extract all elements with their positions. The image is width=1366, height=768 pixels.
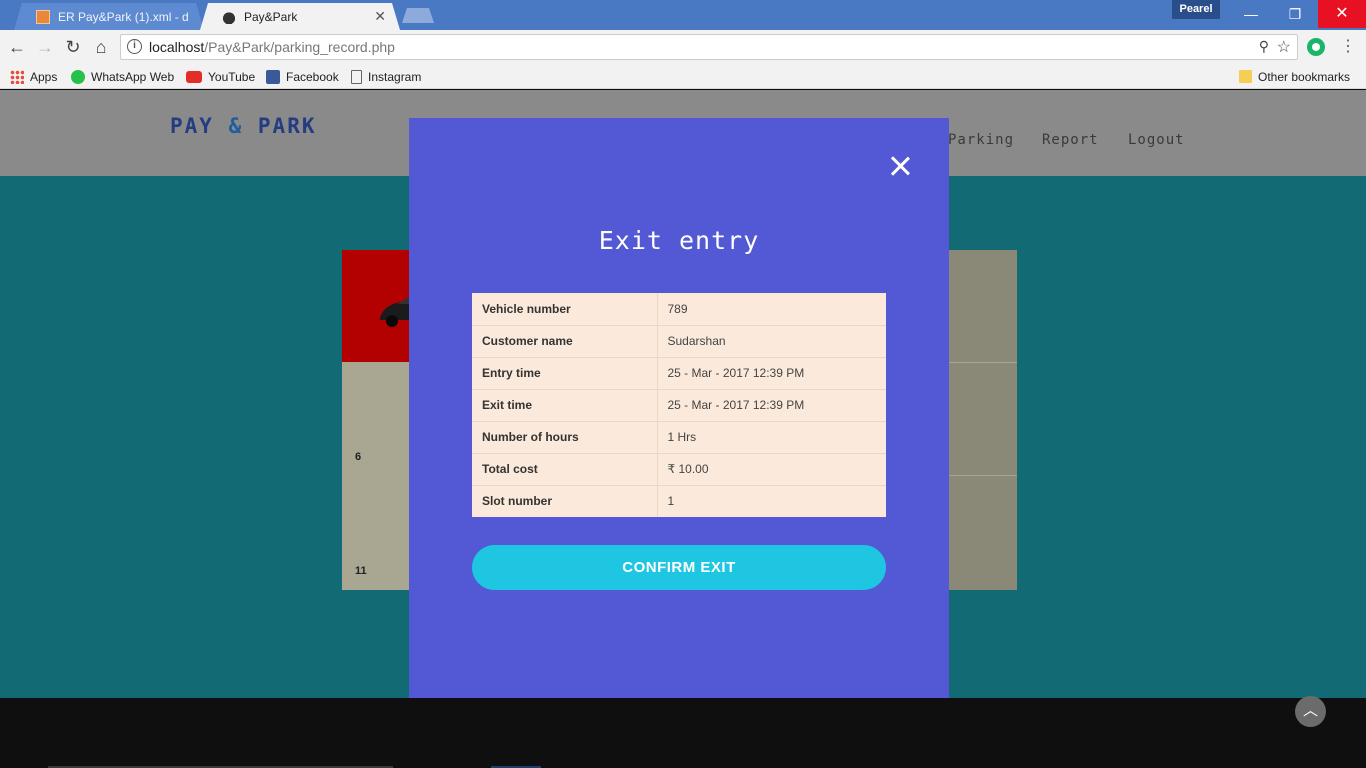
row-label: Vehicle number bbox=[472, 293, 658, 326]
bookmark-instagram[interactable]: Instagram bbox=[351, 68, 421, 85]
site-logo[interactable]: PAY & PARK bbox=[170, 114, 316, 138]
exit-entry-modal: Exit entry Vehicle number 789 Customer na… bbox=[409, 118, 949, 698]
nav-report[interactable]: Report bbox=[1042, 132, 1099, 148]
tab-er-diagram[interactable]: ER Pay&Park (1).xml - dr ✕ bbox=[14, 3, 204, 30]
table-row: Slot number 1 bbox=[472, 485, 886, 517]
confirm-exit-button[interactable]: CONFIRM EXIT bbox=[472, 545, 886, 590]
table-row: Number of hours 1 Hrs bbox=[472, 421, 886, 454]
table-row: Exit time 25 - Mar - 2017 12:39 PM bbox=[472, 389, 886, 422]
facebook-icon bbox=[266, 69, 280, 84]
window-close-icon[interactable]: ✕ bbox=[1318, 0, 1366, 28]
table-row: Customer name Sudarshan bbox=[472, 325, 886, 358]
tab-title: ER Pay&Park (1).xml - dr bbox=[58, 9, 188, 24]
tab-pay-park[interactable]: Pay&Park ✕ bbox=[200, 3, 400, 30]
exit-details-table: Vehicle number 789 Customer name Sudarshan… bbox=[472, 293, 886, 517]
back-arrow-icon[interactable]: ← bbox=[6, 36, 28, 58]
forward-arrow-icon[interactable]: → bbox=[34, 36, 56, 58]
page-icon bbox=[351, 69, 362, 84]
zoom-icon[interactable]: ⚲ bbox=[1259, 38, 1269, 55]
browser-toolbar: ← → ↻ ⌂ i localhost/Pay&Park/parking_rec… bbox=[0, 30, 1366, 64]
row-value: ₹ 10.00 bbox=[657, 453, 886, 486]
row-label: Customer name bbox=[472, 325, 658, 358]
info-icon[interactable]: i bbox=[127, 39, 142, 54]
row-label: Exit time bbox=[472, 389, 658, 422]
apps-grid-icon bbox=[10, 69, 24, 84]
slot-divider bbox=[949, 362, 1017, 363]
close-icon[interactable] bbox=[890, 156, 910, 176]
bookmark-whatsapp[interactable]: WhatsApp Web bbox=[71, 68, 174, 85]
nav-logout[interactable]: Logout bbox=[1128, 132, 1185, 148]
address-bar[interactable]: i localhost/Pay&Park/parking_record.php … bbox=[120, 34, 1298, 60]
slot-number: 6 bbox=[355, 451, 362, 463]
star-icon[interactable]: ☆ bbox=[1277, 37, 1291, 57]
slot-number: 11 bbox=[355, 565, 367, 577]
page-content: PAY & PARK Parking Report Logout 6 11 ︿ bbox=[0, 90, 1366, 768]
table-row: Total cost ₹ 10.00 bbox=[472, 453, 886, 486]
reload-icon[interactable]: ↻ bbox=[62, 36, 84, 58]
row-value: 789 bbox=[657, 293, 886, 326]
whatsapp-icon bbox=[71, 69, 85, 84]
extension-icon[interactable] bbox=[1307, 38, 1325, 56]
row-label: Entry time bbox=[472, 357, 658, 390]
row-value: Sudarshan bbox=[657, 325, 886, 358]
row-value: 25 - Mar - 2017 12:39 PM bbox=[657, 357, 886, 390]
home-icon[interactable]: ⌂ bbox=[90, 36, 112, 58]
parking-slot-column[interactable] bbox=[949, 250, 1017, 590]
browser-titlebar: ER Pay&Park (1).xml - dr ✕ Pay&Park ✕ Pe… bbox=[0, 0, 1366, 30]
table-row: Entry time 25 - Mar - 2017 12:39 PM bbox=[472, 357, 886, 390]
bookmarks-bar: Apps WhatsApp Web YouTube Facebook Insta… bbox=[0, 64, 1366, 89]
nav-parking[interactable]: Parking bbox=[948, 132, 1014, 148]
drawio-icon bbox=[36, 10, 50, 24]
tab-title: Pay&Park bbox=[244, 9, 298, 24]
chevron-up-icon: ︿ bbox=[1302, 702, 1318, 719]
folder-icon bbox=[1239, 70, 1252, 83]
bookmark-youtube[interactable]: YouTube bbox=[186, 68, 255, 85]
row-value: 1 Hrs bbox=[657, 421, 886, 454]
scroll-top-button[interactable]: ︿ bbox=[1295, 696, 1326, 727]
restore-icon[interactable]: ❐ bbox=[1272, 0, 1318, 28]
row-value: 1 bbox=[667, 494, 675, 509]
row-label: Total cost bbox=[472, 453, 658, 486]
table-row: Vehicle number 789 bbox=[472, 293, 886, 326]
other-bookmarks[interactable]: Other bookmarks bbox=[1239, 68, 1350, 85]
minimize-icon[interactable]: — bbox=[1228, 0, 1274, 28]
bookmark-facebook[interactable]: Facebook bbox=[266, 68, 339, 85]
url-text[interactable]: localhost/Pay&Park/parking_record.php bbox=[149, 39, 395, 55]
new-tab-button[interactable] bbox=[402, 8, 434, 23]
page-footer bbox=[0, 698, 1366, 768]
row-value: 25 - Mar - 2017 12:39 PM bbox=[657, 389, 886, 422]
row-label: Number of hours bbox=[472, 421, 658, 454]
menu-dots-icon[interactable]: ⋮ bbox=[1340, 38, 1356, 56]
row-label: Slot number bbox=[472, 485, 658, 517]
close-icon[interactable]: ✕ bbox=[374, 9, 386, 23]
modal-title: Exit entry bbox=[598, 226, 760, 255]
slot-divider bbox=[949, 475, 1017, 476]
profile-button[interactable]: Pearel bbox=[1172, 0, 1220, 19]
youtube-icon bbox=[186, 70, 202, 83]
bookmark-apps[interactable]: Apps bbox=[10, 68, 57, 85]
car-favicon-icon bbox=[222, 10, 236, 24]
